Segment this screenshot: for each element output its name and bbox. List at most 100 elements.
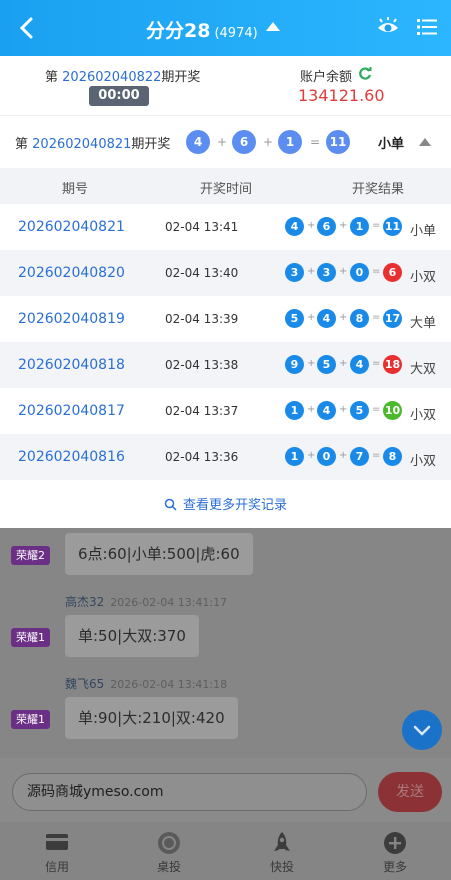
plus-sign: +: [307, 450, 316, 461]
plus-sign: +: [307, 404, 316, 415]
rank-badge: 荣耀1: [11, 628, 50, 647]
table-row: 202602040816 02-04 13:36 1 + 0 + 7 = 8 小…: [0, 434, 451, 480]
chat-bubble: 单:90|大:210|双:420: [65, 697, 238, 739]
equals-sign: =: [372, 404, 381, 415]
table-row: 202602040819 02-04 13:39 5 + 4 + 8 = 17 …: [0, 296, 451, 342]
plus-sign: +: [339, 312, 348, 323]
chat-bubble: 单:50|大双:370: [65, 615, 199, 657]
row-time: 02-04 13:38: [165, 358, 239, 372]
countdown-timer: 00:00: [89, 86, 149, 106]
row-time: 02-04 13:39: [165, 312, 239, 326]
tab-quick-bet[interactable]: 快投: [226, 822, 338, 880]
plus-circle-icon: [384, 832, 406, 854]
row-issue[interactable]: 202602040816: [18, 449, 125, 465]
plus-sign: +: [339, 404, 348, 415]
caret-up-icon[interactable]: [266, 22, 280, 31]
game-title[interactable]: 分分28 (4974): [146, 16, 258, 43]
row-issue[interactable]: 202602040819: [18, 311, 125, 327]
row-time: 02-04 13:40: [165, 266, 239, 280]
results-table-body: 202602040821 02-04 13:41 4 + 6 + 1 = 11 …: [0, 204, 451, 480]
row-ball: 1: [350, 217, 369, 236]
row-ball: 4: [285, 217, 304, 236]
table-row: 202602040821 02-04 13:41 4 + 6 + 1 = 11 …: [0, 204, 451, 250]
menu-list-icon[interactable]: [417, 17, 437, 37]
equals-sign: =: [372, 358, 381, 369]
current-draw-info: 第 202602040822期开奖 00:00 账户余额 134121.60: [0, 56, 451, 116]
row-ball: 8: [350, 309, 369, 328]
tab-label: 更多: [382, 860, 407, 874]
scroll-down-button[interactable]: [402, 710, 442, 750]
row-issue[interactable]: 202602040818: [18, 357, 125, 373]
row-ball: 4: [317, 309, 336, 328]
plus-sign: +: [339, 358, 348, 369]
equals-sign: =: [372, 266, 381, 277]
refresh-icon[interactable]: [358, 67, 372, 81]
plus-sign: +: [307, 358, 316, 369]
row-tag: 小双: [410, 454, 437, 469]
row-tag: 小双: [410, 408, 437, 423]
table-row: 202602040820 02-04 13:40 3 + 3 + 0 = 6 小…: [0, 250, 451, 296]
last-issue-number: 202602040821: [32, 137, 132, 152]
row-issue[interactable]: 202602040821: [18, 219, 125, 235]
search-icon: [164, 498, 177, 511]
results-table-header: 期号 开奖时间 开奖结果: [0, 168, 451, 204]
plus-sign: +: [339, 450, 348, 461]
collapse-caret-icon[interactable]: [419, 138, 431, 146]
row-issue[interactable]: 202602040817: [18, 403, 125, 419]
last-issue: 第 202602040821期开奖: [15, 133, 170, 152]
row-ball: 1: [285, 401, 304, 420]
message-input[interactable]: 源码商城ymeso.com: [12, 773, 367, 811]
more-records-label: 查看更多开奖记录: [182, 498, 287, 513]
row-issue[interactable]: 202602040820: [18, 265, 125, 281]
game-title-text: 分分28: [146, 20, 211, 42]
tab-more[interactable]: 更多: [339, 822, 451, 880]
balance-value: 134121.60: [298, 86, 385, 105]
chat-sender: 魏飞65 2026-02-04 13:41:18: [65, 675, 227, 692]
last-ball-3: 1: [278, 130, 302, 154]
table-row: 202602040817 02-04 13:37 1 + 4 + 5 = 10 …: [0, 388, 451, 434]
back-arrow-icon[interactable]: [14, 14, 40, 42]
tab-label: 信用: [44, 860, 69, 874]
tab-table-bet[interactable]: 桌投: [113, 822, 225, 880]
row-sum-ball: 8: [383, 447, 402, 466]
row-tag: 大单: [410, 316, 437, 331]
plus-sign: +: [307, 266, 316, 277]
row-ball: 5: [285, 309, 304, 328]
equals-sign: =: [310, 135, 321, 149]
current-issue-number: 202602040822: [62, 70, 162, 85]
plus-sign: +: [263, 135, 274, 149]
plus-sign: +: [339, 266, 348, 277]
chip-icon: [158, 832, 180, 854]
row-sum-ball: 10: [383, 401, 402, 420]
last-sum-ball: 11: [326, 130, 350, 154]
sender-time: 2026-02-04 13:41:18: [110, 678, 228, 691]
table-row: 202602040818 02-04 13:38 9 + 5 + 4 = 18 …: [0, 342, 451, 388]
row-sum-ball: 11: [383, 217, 402, 236]
send-button[interactable]: 发送: [378, 772, 442, 812]
last-result: 小单: [378, 137, 405, 152]
row-ball: 4: [317, 401, 336, 420]
last-ball-1: 4: [186, 130, 210, 154]
plus-sign: +: [307, 220, 316, 231]
col-result: 开奖结果: [352, 182, 405, 197]
tab-label: 快投: [269, 860, 294, 874]
last-suffix: 期开奖: [131, 137, 171, 152]
current-suffix: 期开奖: [161, 70, 201, 85]
tab-credit[interactable]: 信用: [1, 822, 113, 880]
row-ball: 9: [285, 355, 304, 374]
last-draw-row[interactable]: 第 202602040821期开奖 4 + 6 + 1 = 11 小单: [0, 116, 451, 168]
col-time: 开奖时间: [200, 182, 253, 197]
row-time: 02-04 13:36: [165, 450, 239, 464]
current-issue: 第 202602040822期开奖: [45, 66, 200, 85]
chat-bubble: 6点:60|小单:500|虎:60: [65, 533, 253, 575]
row-time: 02-04 13:41: [165, 220, 239, 234]
equals-sign: =: [372, 312, 381, 323]
rank-badge: 荣耀1: [11, 710, 50, 729]
col-issue: 期号: [62, 182, 89, 197]
equals-sign: =: [372, 220, 381, 231]
last-ball-2: 6: [232, 130, 256, 154]
sender-name: 高杰32: [65, 595, 105, 609]
eye-icon[interactable]: [376, 16, 400, 38]
row-time: 02-04 13:37: [165, 404, 239, 418]
more-records-link[interactable]: 查看更多开奖记录: [0, 494, 451, 513]
